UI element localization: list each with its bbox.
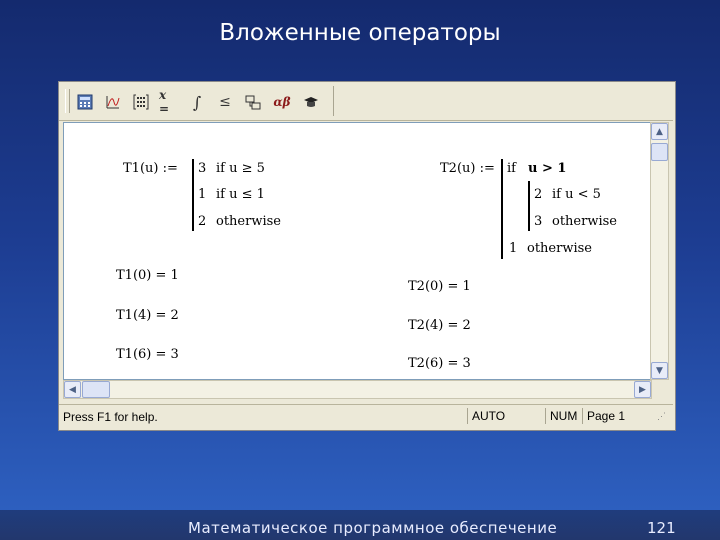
toolbar-grip[interactable] — [65, 89, 70, 113]
t2-definition-name: T2(u) := — [440, 161, 495, 176]
symbolic-icon[interactable] — [301, 92, 321, 112]
t2-result: T2(6) = 3 — [408, 356, 471, 371]
t1-branch-value: 3 — [198, 161, 207, 176]
t1-result: T1(4) = 2 — [116, 308, 179, 323]
matrix-icon[interactable] — [131, 92, 151, 112]
t1-definition-name: T1(u) := — [123, 161, 178, 176]
status-help-text: Press F1 for help. — [63, 410, 158, 424]
status-mode: AUTO — [467, 408, 542, 424]
math-toolbar: x = ∫ ≤ αβ — [59, 82, 673, 121]
scroll-right-icon[interactable]: ▶ — [634, 381, 651, 398]
page-number: 121 — [647, 519, 676, 537]
t2-outer-if: if — [507, 161, 516, 176]
t2-result: T2(4) = 2 — [408, 318, 471, 333]
status-num: NUM — [545, 408, 586, 424]
mathcad-window: x = ∫ ≤ αβ T1(u) := 3 if u ≥ 5 1 if u ≤ … — [58, 81, 676, 431]
t2-otherwise-value: 1 — [509, 241, 518, 256]
t2-result: T2(0) = 1 — [408, 279, 471, 294]
t2-inner-program-bar — [528, 181, 530, 231]
vertical-scroll-thumb[interactable] — [651, 143, 668, 161]
status-page: Page 1 — [582, 408, 647, 424]
scroll-down-icon[interactable]: ▼ — [651, 362, 668, 379]
programming-icon[interactable] — [243, 92, 263, 112]
resize-grip-icon[interactable]: ⋰ — [657, 411, 666, 422]
boolean-icon[interactable]: ≤ — [215, 92, 235, 112]
t1-result: T1(0) = 1 — [116, 268, 179, 283]
t1-result: T1(6) = 3 — [116, 347, 179, 362]
t1-branch-condition: if u ≥ 5 — [216, 161, 265, 176]
t1-branch-condition: if u ≤ 1 — [216, 187, 265, 202]
vertical-scrollbar[interactable]: ▲ ▼ — [650, 122, 669, 380]
horizontal-scrollbar[interactable]: ◀ ▶ — [63, 380, 652, 399]
t1-program-bar — [192, 159, 194, 231]
t2-inner-value: 3 — [534, 214, 543, 229]
t2-inner-value: 2 — [534, 187, 543, 202]
t1-branch-value: 1 — [198, 187, 207, 202]
status-bar: Press F1 for help. AUTO NUM Page 1 ⋰ — [59, 404, 673, 429]
graph-icon[interactable] — [103, 92, 123, 112]
t2-outer-condition: u > 1 — [528, 161, 567, 176]
t1-branch-value: 2 — [198, 214, 207, 229]
toolbar-group: x = ∫ ≤ αβ — [63, 86, 334, 116]
calculator-icon[interactable] — [75, 92, 95, 112]
footer-text: Математическое программное обеспечение — [188, 519, 558, 537]
t1-branch-condition: otherwise — [216, 214, 281, 229]
t2-inner-condition: otherwise — [552, 214, 617, 229]
t2-inner-condition: if u < 5 — [552, 187, 601, 202]
scroll-up-icon[interactable]: ▲ — [651, 123, 668, 140]
calculus-icon[interactable]: ∫ — [187, 92, 207, 112]
worksheet[interactable]: T1(u) := 3 if u ≥ 5 1 if u ≤ 1 2 otherwi… — [63, 122, 651, 380]
scroll-left-icon[interactable]: ◀ — [64, 381, 81, 398]
t2-otherwise-label: otherwise — [527, 241, 592, 256]
greek-icon[interactable]: αβ — [269, 92, 295, 112]
t2-program-bar — [501, 159, 503, 259]
evaluation-icon[interactable]: x = — [159, 88, 179, 116]
slide-title: Вложенные операторы — [219, 20, 501, 46]
horizontal-scroll-thumb[interactable] — [82, 381, 110, 398]
